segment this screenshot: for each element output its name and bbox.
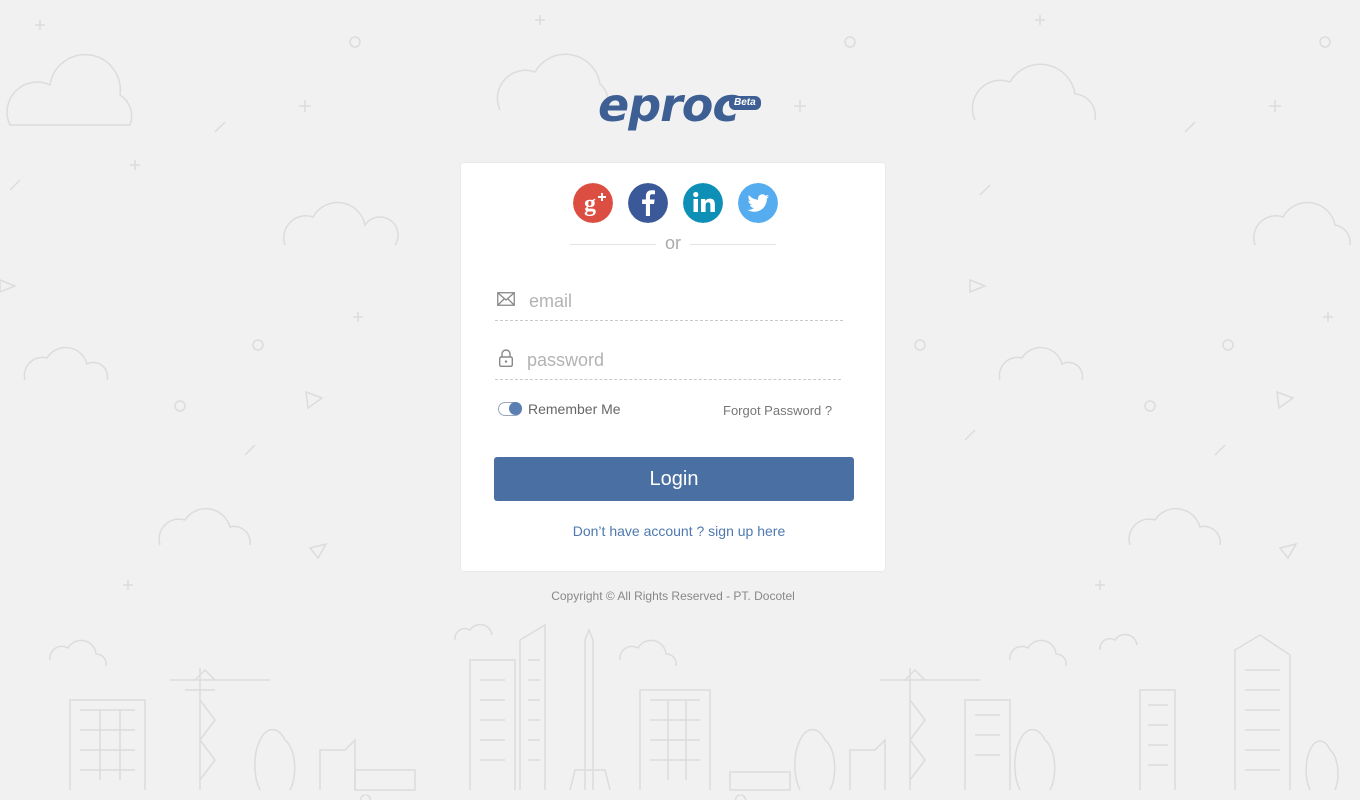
copyright-text: Copyright © All Rights Reserved - PT. Do… bbox=[551, 589, 795, 603]
envelope-icon bbox=[497, 292, 515, 306]
brand-name: eproc bbox=[598, 78, 740, 132]
password-field-wrapper bbox=[495, 341, 841, 380]
twitter-icon[interactable] bbox=[738, 183, 778, 223]
forgot-password-link[interactable]: Forgot Password ? bbox=[723, 403, 832, 418]
facebook-icon[interactable] bbox=[628, 183, 668, 223]
beta-badge: Beta bbox=[729, 96, 761, 110]
svg-text:g: g bbox=[584, 191, 596, 217]
remember-me-label: Remember Me bbox=[528, 401, 621, 417]
lock-icon bbox=[499, 349, 513, 367]
email-input[interactable] bbox=[527, 286, 831, 316]
remember-me-toggle[interactable]: Remember Me bbox=[498, 401, 621, 417]
signup-link[interactable]: Don’t have account ? sign up here bbox=[461, 523, 897, 539]
separator-line-left bbox=[570, 244, 656, 245]
eproc-logo: eproc Beta bbox=[598, 78, 768, 138]
google-plus-icon[interactable]: g bbox=[573, 183, 613, 223]
login-button[interactable]: Login bbox=[494, 457, 854, 501]
login-card: g or email Remember Me Forgot Password ?… bbox=[461, 163, 885, 571]
email-field-wrapper bbox=[495, 282, 843, 321]
separator-line-right bbox=[690, 244, 776, 245]
linkedin-icon[interactable] bbox=[683, 183, 723, 223]
or-text: or bbox=[664, 233, 681, 253]
toggle-knob bbox=[509, 402, 522, 415]
toggle-switch[interactable] bbox=[498, 402, 522, 416]
social-login-buttons: g bbox=[573, 183, 778, 223]
password-input[interactable] bbox=[525, 345, 829, 375]
or-separator: or bbox=[570, 233, 776, 255]
